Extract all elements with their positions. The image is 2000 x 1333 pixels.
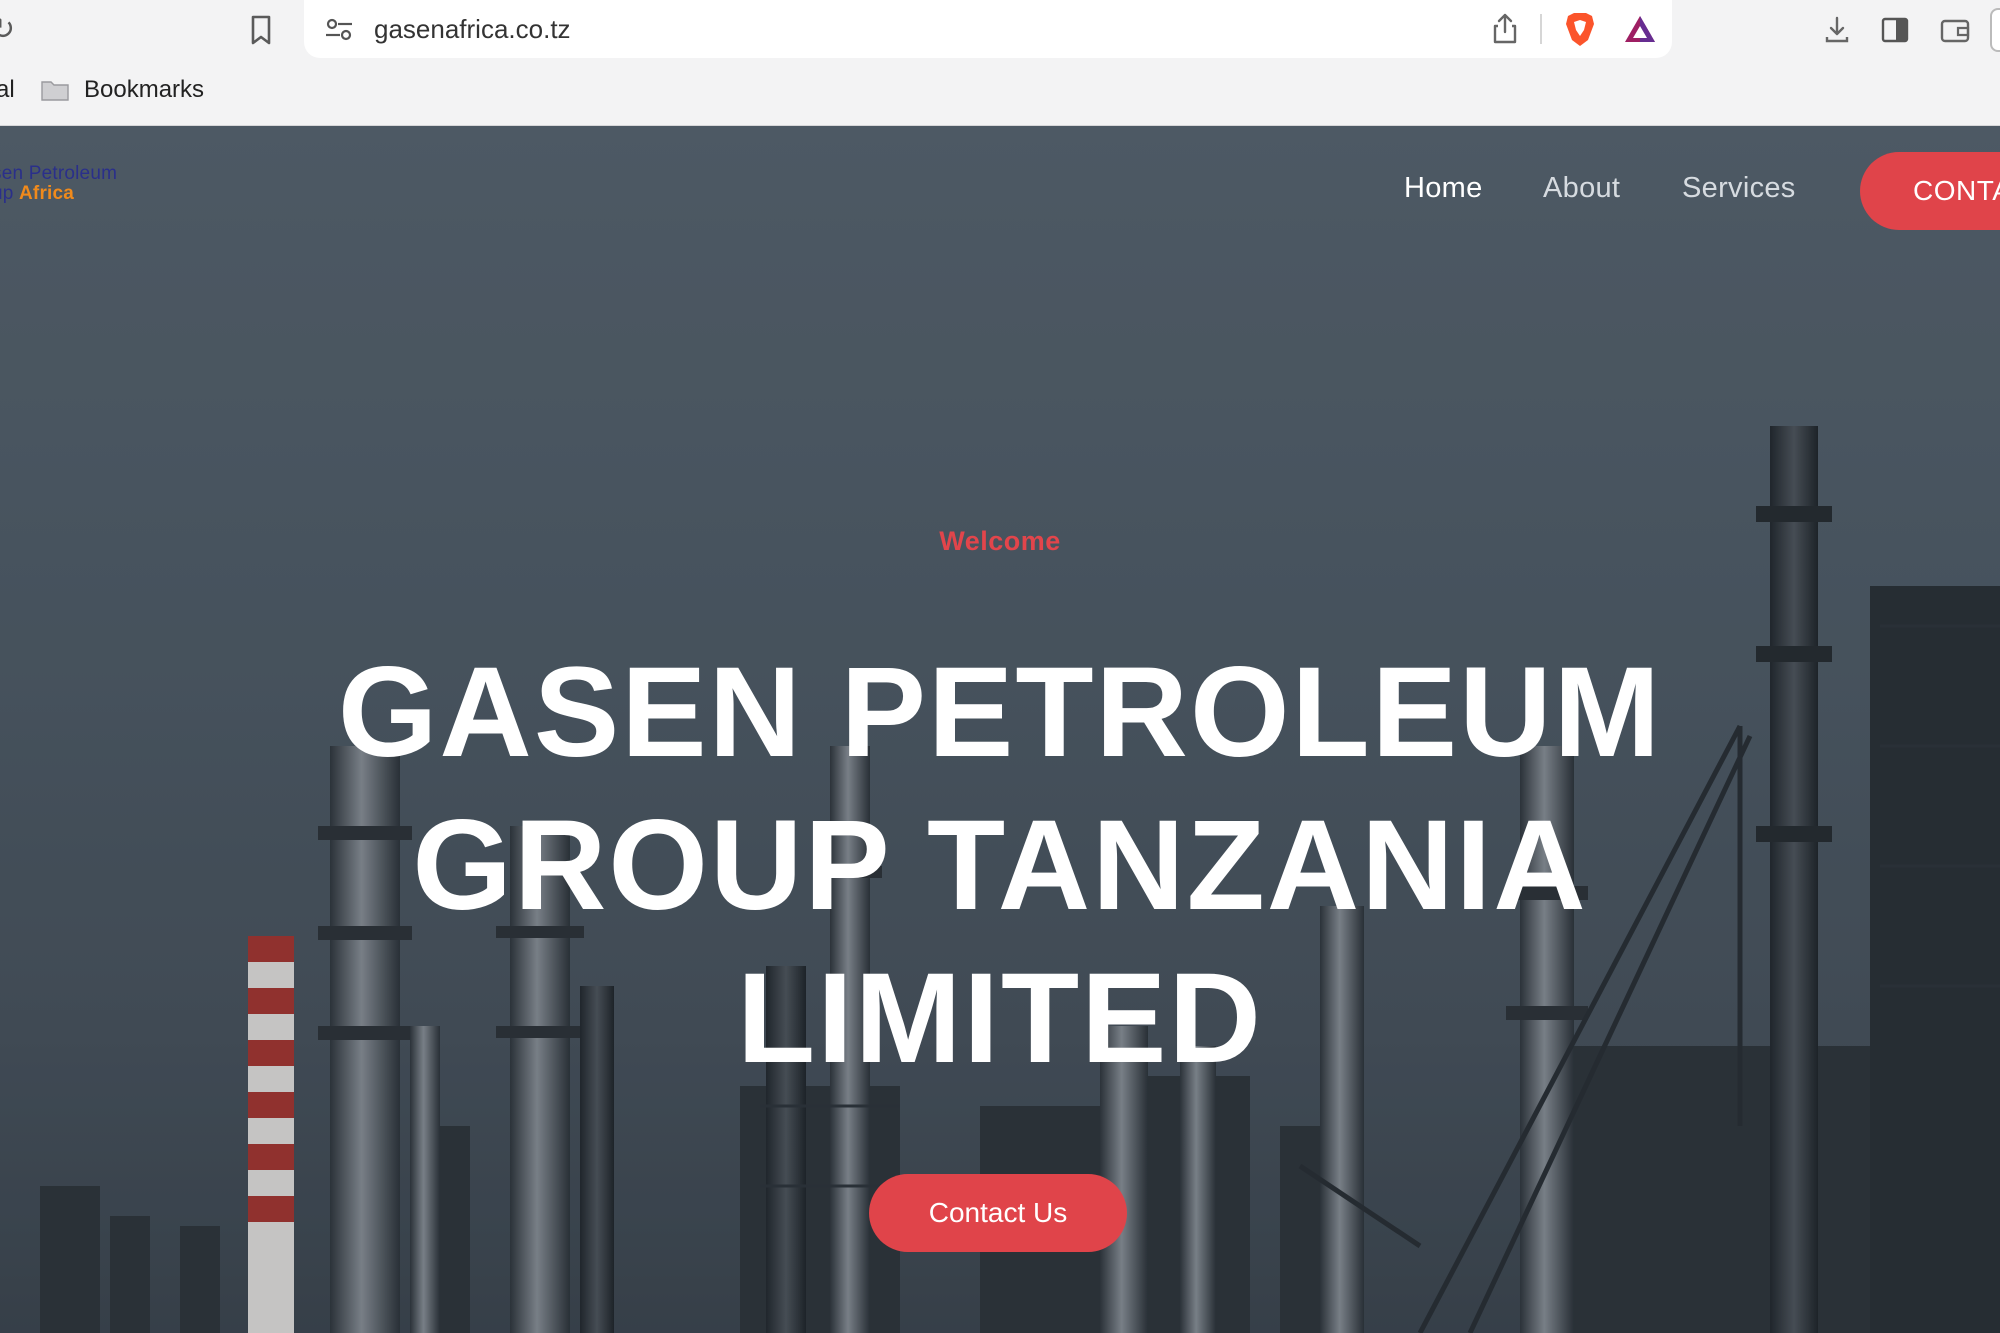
nav-contact-button[interactable]: CONTA bbox=[1860, 152, 2000, 230]
bookmark-item-partial[interactable]: al bbox=[0, 72, 15, 108]
wallet-icon[interactable] bbox=[1938, 13, 1972, 47]
hero-headline-line-1: GASEN PETROLEUM bbox=[337, 641, 1663, 784]
logo-line-2-africa: Africa bbox=[19, 183, 75, 204]
rewards-triangle-icon[interactable] bbox=[1622, 12, 1658, 46]
hero-headline-line-2: GROUP TANZANIA bbox=[412, 794, 1588, 937]
share-icon[interactable] bbox=[1490, 11, 1520, 45]
hero-headline: GASEN PETROLEUM GROUP TANZANIA LIMITED bbox=[200, 636, 1800, 1095]
bookmark-item-bookmarks[interactable]: Bookmarks bbox=[84, 72, 204, 108]
hero-welcome-label: Welcome bbox=[939, 526, 1061, 556]
url-text[interactable]: gasenafrica.co.tz bbox=[374, 12, 571, 46]
address-bar-separator bbox=[1540, 14, 1542, 44]
nav-services[interactable]: Services bbox=[1682, 166, 1796, 210]
logo-line-1: sen Petroleum bbox=[0, 163, 118, 184]
hero-headline-line-3: LIMITED bbox=[737, 947, 1263, 1090]
profile-button[interactable] bbox=[1990, 8, 2000, 52]
hero-section: sen Petroleum up Africa Home About Servi… bbox=[0, 126, 2000, 1333]
address-bar[interactable]: gasenafrica.co.tz bbox=[304, 0, 1672, 58]
nav-about[interactable]: About bbox=[1543, 166, 1620, 210]
brave-shield-icon[interactable] bbox=[1562, 10, 1598, 48]
download-icon[interactable] bbox=[1820, 13, 1854, 47]
reload-icon[interactable]: ↻ bbox=[0, 10, 20, 50]
page-root: ↻ gasenafrica.co.tz al Bookmarks sen Pet… bbox=[0, 0, 2000, 1333]
logo-line-2-prefix: up bbox=[0, 183, 14, 204]
site-settings-icon[interactable] bbox=[324, 16, 354, 42]
nav-home[interactable]: Home bbox=[1404, 166, 1483, 210]
hero-contact-button[interactable]: Contact Us bbox=[869, 1174, 1127, 1252]
browser-chrome: ↻ gasenafrica.co.tz al Bookmarks bbox=[0, 0, 2000, 126]
site-logo[interactable]: sen Petroleum up Africa bbox=[0, 164, 152, 206]
bookmark-icon[interactable] bbox=[246, 13, 276, 47]
sidebar-icon[interactable] bbox=[1878, 13, 1912, 47]
folder-icon bbox=[41, 81, 69, 101]
